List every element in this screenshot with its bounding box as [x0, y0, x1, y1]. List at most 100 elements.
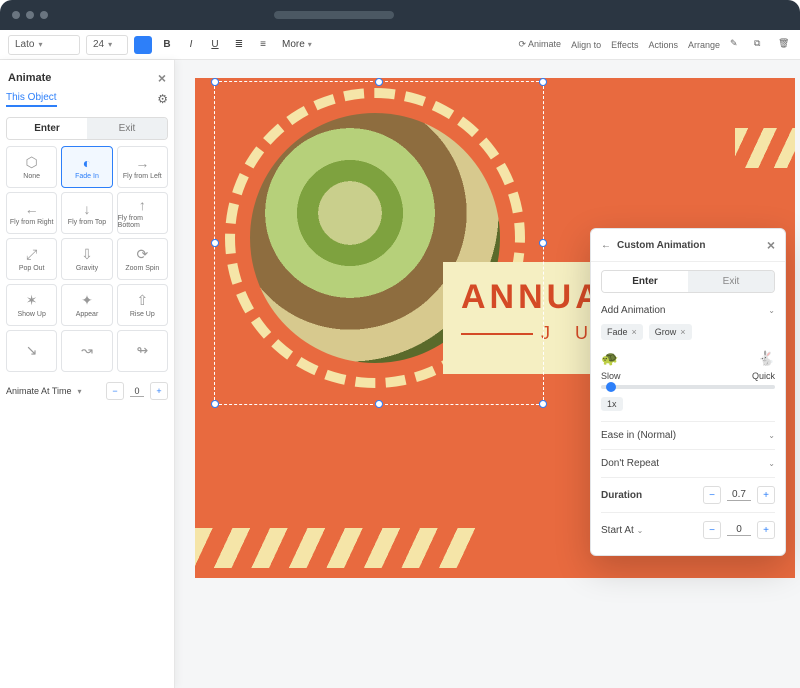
resize-handle[interactable]: [211, 400, 219, 408]
minus-button[interactable]: −: [106, 382, 124, 400]
chevron-down-icon: ⌄: [768, 459, 775, 468]
remove-chip-icon[interactable]: ×: [680, 327, 685, 337]
animation-option[interactable]: ↬: [117, 330, 168, 372]
animation-option[interactable]: ◐Fade In: [61, 146, 112, 188]
arrange-tool[interactable]: Arrange: [688, 40, 720, 50]
browser-chrome: [0, 0, 800, 30]
window-dot: [26, 11, 34, 19]
stripes-decoration: [195, 528, 475, 568]
align-button[interactable]: ≣: [230, 36, 248, 54]
animation-option[interactable]: ↑Fly from Bottom: [117, 192, 168, 234]
animation-label: Show Up: [17, 311, 45, 318]
chevron-down-icon[interactable]: ⌄: [637, 526, 644, 535]
animation-chip[interactable]: Grow×: [649, 324, 692, 340]
effects-tool[interactable]: Effects: [611, 40, 638, 50]
speed-slider[interactable]: [601, 385, 775, 389]
list-button[interactable]: ≡: [254, 36, 272, 54]
underline-button[interactable]: U: [206, 36, 224, 54]
remove-chip-icon[interactable]: ×: [632, 327, 637, 337]
easing-select[interactable]: Ease in (Normal) ⌄: [601, 421, 775, 449]
animation-option[interactable]: ✦Appear: [61, 284, 112, 326]
animation-icon: →: [135, 155, 149, 171]
chevron-down-icon[interactable]: ▾: [78, 387, 82, 396]
repeat-label: Don't Repeat: [601, 458, 659, 469]
animation-option[interactable]: →Fly from Left: [117, 146, 168, 188]
stripes-decoration: [735, 128, 795, 168]
animation-label: Gravity: [76, 265, 98, 272]
gear-icon[interactable]: ⚙: [157, 92, 168, 106]
add-animation-row[interactable]: Add Animation ⌄: [601, 301, 775, 324]
duration-value[interactable]: 0.7: [727, 489, 751, 501]
plus-button[interactable]: +: [757, 486, 775, 504]
resize-handle[interactable]: [539, 78, 547, 86]
animation-label: Fade In: [75, 173, 99, 180]
text-color-chip[interactable]: [134, 36, 152, 54]
animation-label: Appear: [76, 311, 99, 318]
size-value: 24: [93, 39, 104, 50]
copy-icon[interactable]: ⧉: [754, 38, 768, 52]
timing-value[interactable]: 0: [130, 386, 144, 397]
brush-icon[interactable]: ✎: [730, 38, 744, 52]
font-size-select[interactable]: 24 ▾: [86, 35, 128, 55]
chip-label: Grow: [655, 327, 677, 337]
italic-button[interactable]: I: [182, 36, 200, 54]
animation-option[interactable]: ⇧Rise Up: [117, 284, 168, 326]
resize-handle[interactable]: [375, 400, 383, 408]
animation-option[interactable]: ⇩Gravity: [61, 238, 112, 280]
animation-option[interactable]: ⬡None: [6, 146, 57, 188]
animation-chip[interactable]: Fade×: [601, 324, 643, 340]
animation-option[interactable]: ↝: [61, 330, 112, 372]
animation-label: Zoom Spin: [125, 265, 159, 272]
add-animation-label: Add Animation: [601, 305, 666, 316]
tab-exit[interactable]: Exit: [87, 118, 167, 139]
resize-handle[interactable]: [211, 78, 219, 86]
back-icon[interactable]: ←: [601, 240, 611, 251]
trash-icon[interactable]: 🗑: [778, 38, 792, 52]
animation-option[interactable]: ↓Fly from Top: [61, 192, 112, 234]
animation-option[interactable]: ⤢Pop Out: [6, 238, 57, 280]
float-tab-enter[interactable]: Enter: [602, 271, 688, 292]
tab-enter[interactable]: Enter: [7, 118, 87, 139]
minus-button[interactable]: −: [703, 521, 721, 539]
animation-option[interactable]: ↘: [6, 330, 57, 372]
animation-icon: ←: [25, 201, 39, 217]
close-icon[interactable]: ×: [158, 70, 166, 86]
speed-row: 🐢 🐇: [601, 350, 775, 367]
float-tabs: Enter Exit: [601, 270, 775, 293]
window-dot: [12, 11, 20, 19]
resize-handle[interactable]: [539, 400, 547, 408]
alignto-tool[interactable]: Align to: [571, 40, 601, 50]
float-tab-exit[interactable]: Exit: [688, 271, 774, 292]
animation-option[interactable]: ←Fly from Right: [6, 192, 57, 234]
animation-icon: ↬: [136, 342, 148, 359]
animation-icon: ✶: [26, 292, 38, 309]
animation-option[interactable]: ✶ Show Up: [6, 284, 57, 326]
address-bar[interactable]: [274, 11, 394, 19]
resize-handle[interactable]: [375, 78, 383, 86]
slider-knob[interactable]: [606, 382, 616, 392]
speed-multiplier[interactable]: 1x: [601, 397, 623, 411]
bold-button[interactable]: B: [158, 36, 176, 54]
easing-label: Ease in (Normal): [601, 430, 676, 441]
enter-exit-tabs: Enter Exit: [6, 117, 168, 140]
more-button[interactable]: More ▾: [278, 36, 316, 54]
plus-button[interactable]: +: [757, 521, 775, 539]
object-tag[interactable]: This Object: [6, 92, 57, 107]
chevron-down-icon: ⌄: [768, 431, 775, 440]
animation-chips: Fade×Grow×: [601, 324, 775, 340]
top-toolbar: Lato ▾ 24 ▾ B I U ≣ ≡ More ▾ ⟳ Animate A…: [0, 30, 800, 60]
close-icon[interactable]: ×: [767, 237, 775, 253]
animation-option[interactable]: ⟳Zoom Spin: [117, 238, 168, 280]
plus-button[interactable]: +: [150, 382, 168, 400]
font-value: Lato: [15, 39, 34, 50]
font-select[interactable]: Lato ▾: [8, 35, 80, 55]
actions-tool[interactable]: Actions: [648, 40, 678, 50]
slow-label: Slow: [601, 371, 621, 381]
resize-handle[interactable]: [211, 239, 219, 247]
animate-tool[interactable]: ⟳ Animate: [518, 39, 561, 50]
minus-button[interactable]: −: [703, 486, 721, 504]
resize-handle[interactable]: [539, 239, 547, 247]
startat-value[interactable]: 0: [727, 524, 751, 536]
repeat-select[interactable]: Don't Repeat ⌄: [601, 449, 775, 477]
float-title: Custom Animation: [617, 240, 706, 251]
